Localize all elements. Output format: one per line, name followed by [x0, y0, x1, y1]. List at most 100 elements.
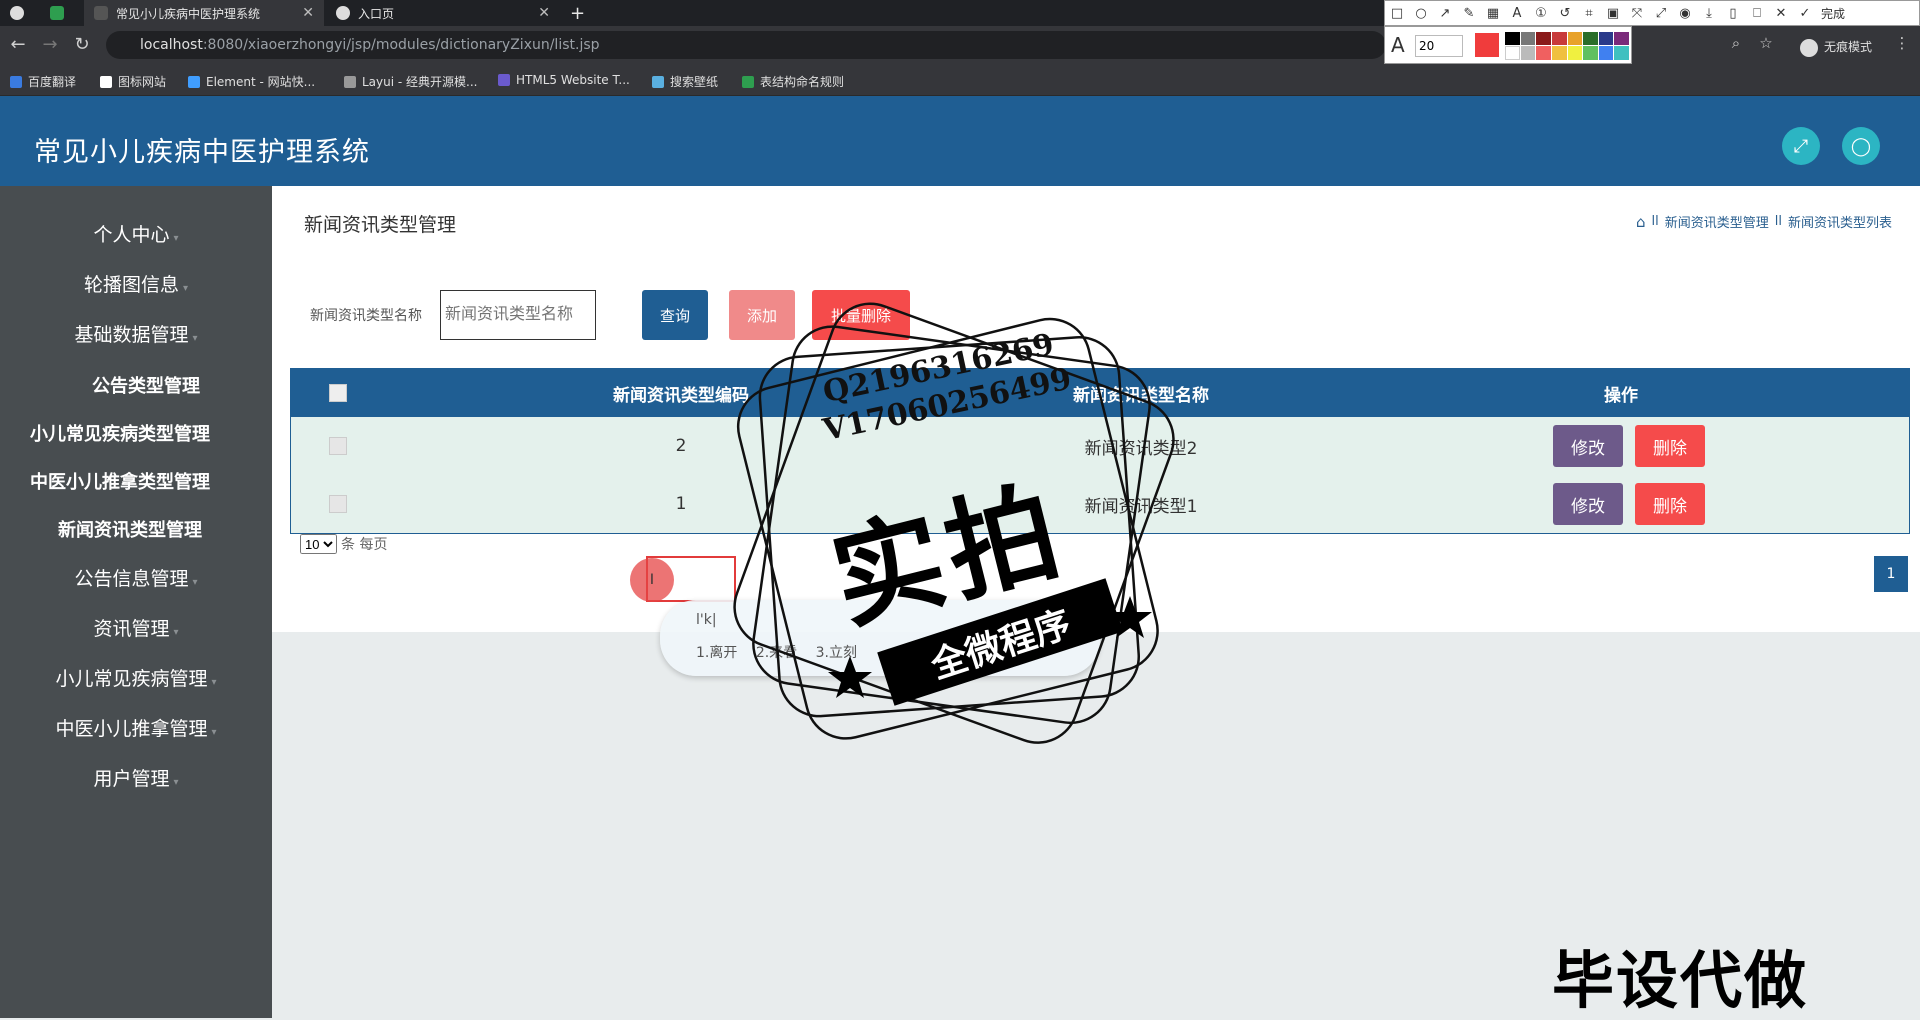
sidebar-item-massage-type[interactable]: 中医小儿推拿类型管理 — [0, 468, 256, 494]
bookmark-item[interactable]: 图标网站 — [100, 73, 166, 90]
bookmark-item[interactable]: 百度翻译 — [10, 73, 76, 90]
page-size-select[interactable]: 10 — [300, 534, 337, 554]
query-button[interactable]: 查询 — [642, 290, 708, 340]
tab-label: 常见小儿疾病中医护理系统 — [116, 6, 261, 21]
close-icon[interactable]: ✕ — [1769, 6, 1793, 21]
bookmark-item[interactable]: Layui - 经典开源模... — [344, 73, 477, 90]
bookmark-item[interactable]: 表结构命名规则 — [742, 73, 844, 90]
header-actions: 操作 — [1604, 385, 1638, 406]
browser-menu-icon[interactable] — [0, 0, 40, 26]
edit-button[interactable]: 修改 — [1553, 425, 1623, 467]
fullscreen-icon[interactable]: ⤢ — [1782, 127, 1820, 165]
done-button[interactable]: 完成 — [1821, 5, 1845, 22]
bookmark-label: Element - 网站快... — [206, 75, 316, 89]
bookmark-item[interactable]: Element - 网站快... — [188, 73, 315, 90]
watermark-stamp: Q2196316269 V17060256499 实拍 全微程序 — [720, 296, 1200, 776]
record-icon[interactable]: ◉ — [1673, 6, 1697, 21]
sidebar-item-massage[interactable]: 中医小儿推拿管理 ▾ — [0, 714, 272, 741]
sidebar-item-notice-type[interactable]: 公告类型管理 — [10, 372, 282, 398]
star-icon[interactable]: ☆ — [1754, 34, 1778, 52]
bookmark-label: HTML5 Website T... — [516, 73, 630, 87]
translate-icon — [10, 75, 22, 88]
bookmark-item[interactable]: 搜索壁纸 — [652, 73, 718, 90]
more-icon[interactable]: ⋮ — [1890, 34, 1914, 52]
pinned-tab-icon[interactable] — [40, 0, 80, 26]
sidebar-item-notice[interactable]: 公告信息管理 ▾ — [0, 564, 272, 591]
url-host: localhost — [140, 37, 203, 53]
tab-active[interactable]: 常见小儿疾病中医护理系统 ✕ — [84, 0, 324, 26]
delete-button[interactable]: 删除 — [1635, 483, 1705, 525]
pen-icon[interactable]: ✎ — [1457, 6, 1481, 21]
url-input[interactable]: localhost:8080/xiaoerzhongyi/jsp/modules… — [106, 31, 1386, 59]
chevron-down-icon: ▾ — [173, 777, 179, 788]
scale-icon[interactable]: ⤧ — [1625, 6, 1649, 21]
sidebar-item-profile[interactable]: 个人中心 ▾ — [0, 220, 272, 247]
user-icon[interactable]: ◯ — [1842, 127, 1880, 165]
download-icon[interactable]: ⤓ — [1697, 6, 1721, 21]
chevron-down-icon: ▾ — [192, 577, 198, 588]
close-icon[interactable]: ✕ — [538, 5, 560, 21]
row-checkbox[interactable] — [329, 475, 347, 533]
search-input[interactable] — [440, 290, 596, 340]
bookmark-icon[interactable]: ⎕ — [1745, 6, 1769, 21]
check-icon[interactable]: ✓ — [1793, 6, 1817, 21]
text-cursor-icon: I — [649, 572, 655, 588]
chevron-down-icon: ▾ — [173, 233, 179, 244]
new-tab-button[interactable]: + — [570, 0, 600, 26]
close-icon[interactable]: ✕ — [302, 5, 324, 21]
reload-icon[interactable]: ↻ — [70, 34, 94, 55]
crop-icon[interactable]: ⌗ — [1577, 6, 1601, 21]
sidebar-item-carousel[interactable]: 轮播图信息 ▾ — [0, 270, 272, 297]
color-palette: A 20 — [1384, 26, 1632, 64]
font-size-select[interactable]: 20 — [1415, 35, 1463, 57]
phone-icon[interactable]: ▯ — [1721, 6, 1745, 21]
wallpaper-icon — [652, 75, 664, 88]
rectangle-icon[interactable]: □ — [1385, 6, 1409, 21]
number-icon[interactable]: ① — [1529, 6, 1553, 21]
arrow-icon[interactable]: ↗ — [1433, 6, 1457, 21]
globe-icon — [336, 6, 350, 20]
sidebar-item-users[interactable]: 用户管理 ▾ — [0, 764, 272, 791]
chevron-down-icon: ▾ — [211, 727, 217, 738]
sidebar-item-disease-type[interactable]: 小儿常见疾病类型管理 — [0, 420, 256, 446]
pin-icon[interactable]: ⤢ — [1649, 6, 1673, 21]
bookmark-item[interactable]: HTML5 Website T... — [498, 73, 630, 87]
breadcrumb-item[interactable]: 新闻资讯类型管理 — [1665, 212, 1769, 231]
page-size-suffix: 条 每页 — [341, 537, 388, 553]
sidebar-item-basic-data[interactable]: 基础数据管理 ▾ — [0, 320, 272, 347]
sidebar-item-news-type[interactable]: 新闻资讯类型管理 — [0, 516, 266, 542]
circle-icon[interactable]: ○ — [1409, 6, 1433, 21]
page-size-control: 10 条 每页 — [300, 534, 387, 554]
home-icon[interactable]: ⌂ — [1636, 213, 1646, 231]
current-color-swatch[interactable] — [1475, 33, 1499, 57]
tab-entry[interactable]: 入口页 ✕ — [326, 0, 560, 26]
undo-icon[interactable]: ↺ — [1553, 6, 1577, 21]
incognito-indicator[interactable]: 无痕模式 — [1800, 38, 1872, 57]
pagination-page[interactable]: 1 — [1874, 556, 1908, 592]
sidebar-item-news[interactable]: 资讯管理 ▾ — [0, 614, 272, 641]
app-title: 常见小儿疾病中医护理系统 — [34, 137, 370, 168]
breadcrumb-sep: ll — [1774, 214, 1782, 229]
breadcrumb: ⌂ ll 新闻资讯类型管理 ll 新闻资讯类型列表 — [1636, 212, 1892, 232]
breadcrumb-sep: ll — [1651, 214, 1659, 229]
bookmark-label: 搜索壁纸 — [670, 75, 719, 89]
cursor-highlight: I — [630, 558, 674, 602]
app-header: 常见小儿疾病中医护理系统 ⤢ ◯ — [0, 96, 1920, 186]
forward-icon[interactable]: → — [38, 34, 62, 55]
color-grid[interactable] — [1505, 32, 1629, 60]
sidebar-item-disease[interactable]: 小儿常见疾病管理 ▾ — [0, 664, 272, 691]
ime-typed-text: l'k| — [696, 612, 717, 628]
element-icon — [188, 75, 200, 88]
edit-button[interactable]: 修改 — [1553, 483, 1623, 525]
ocr-icon[interactable]: ▣ — [1601, 6, 1625, 21]
mosaic-icon[interactable]: ▦ — [1481, 6, 1505, 21]
back-icon[interactable]: ← — [6, 34, 30, 55]
bookmarks-bar: 百度翻译 图标网站 Element - 网站快... Layui - 经典开源模… — [0, 64, 1920, 96]
text-icon[interactable]: A — [1505, 6, 1529, 21]
url-path: :8080/xiaoerzhongyi/jsp/modules/dictiona… — [202, 37, 600, 53]
row-checkbox[interactable] — [329, 417, 347, 475]
chevron-down-icon: ▾ — [211, 677, 217, 688]
zoom-icon[interactable]: ⌕ — [1724, 34, 1748, 52]
select-all-checkbox[interactable] — [329, 369, 347, 417]
delete-button[interactable]: 删除 — [1635, 425, 1705, 467]
